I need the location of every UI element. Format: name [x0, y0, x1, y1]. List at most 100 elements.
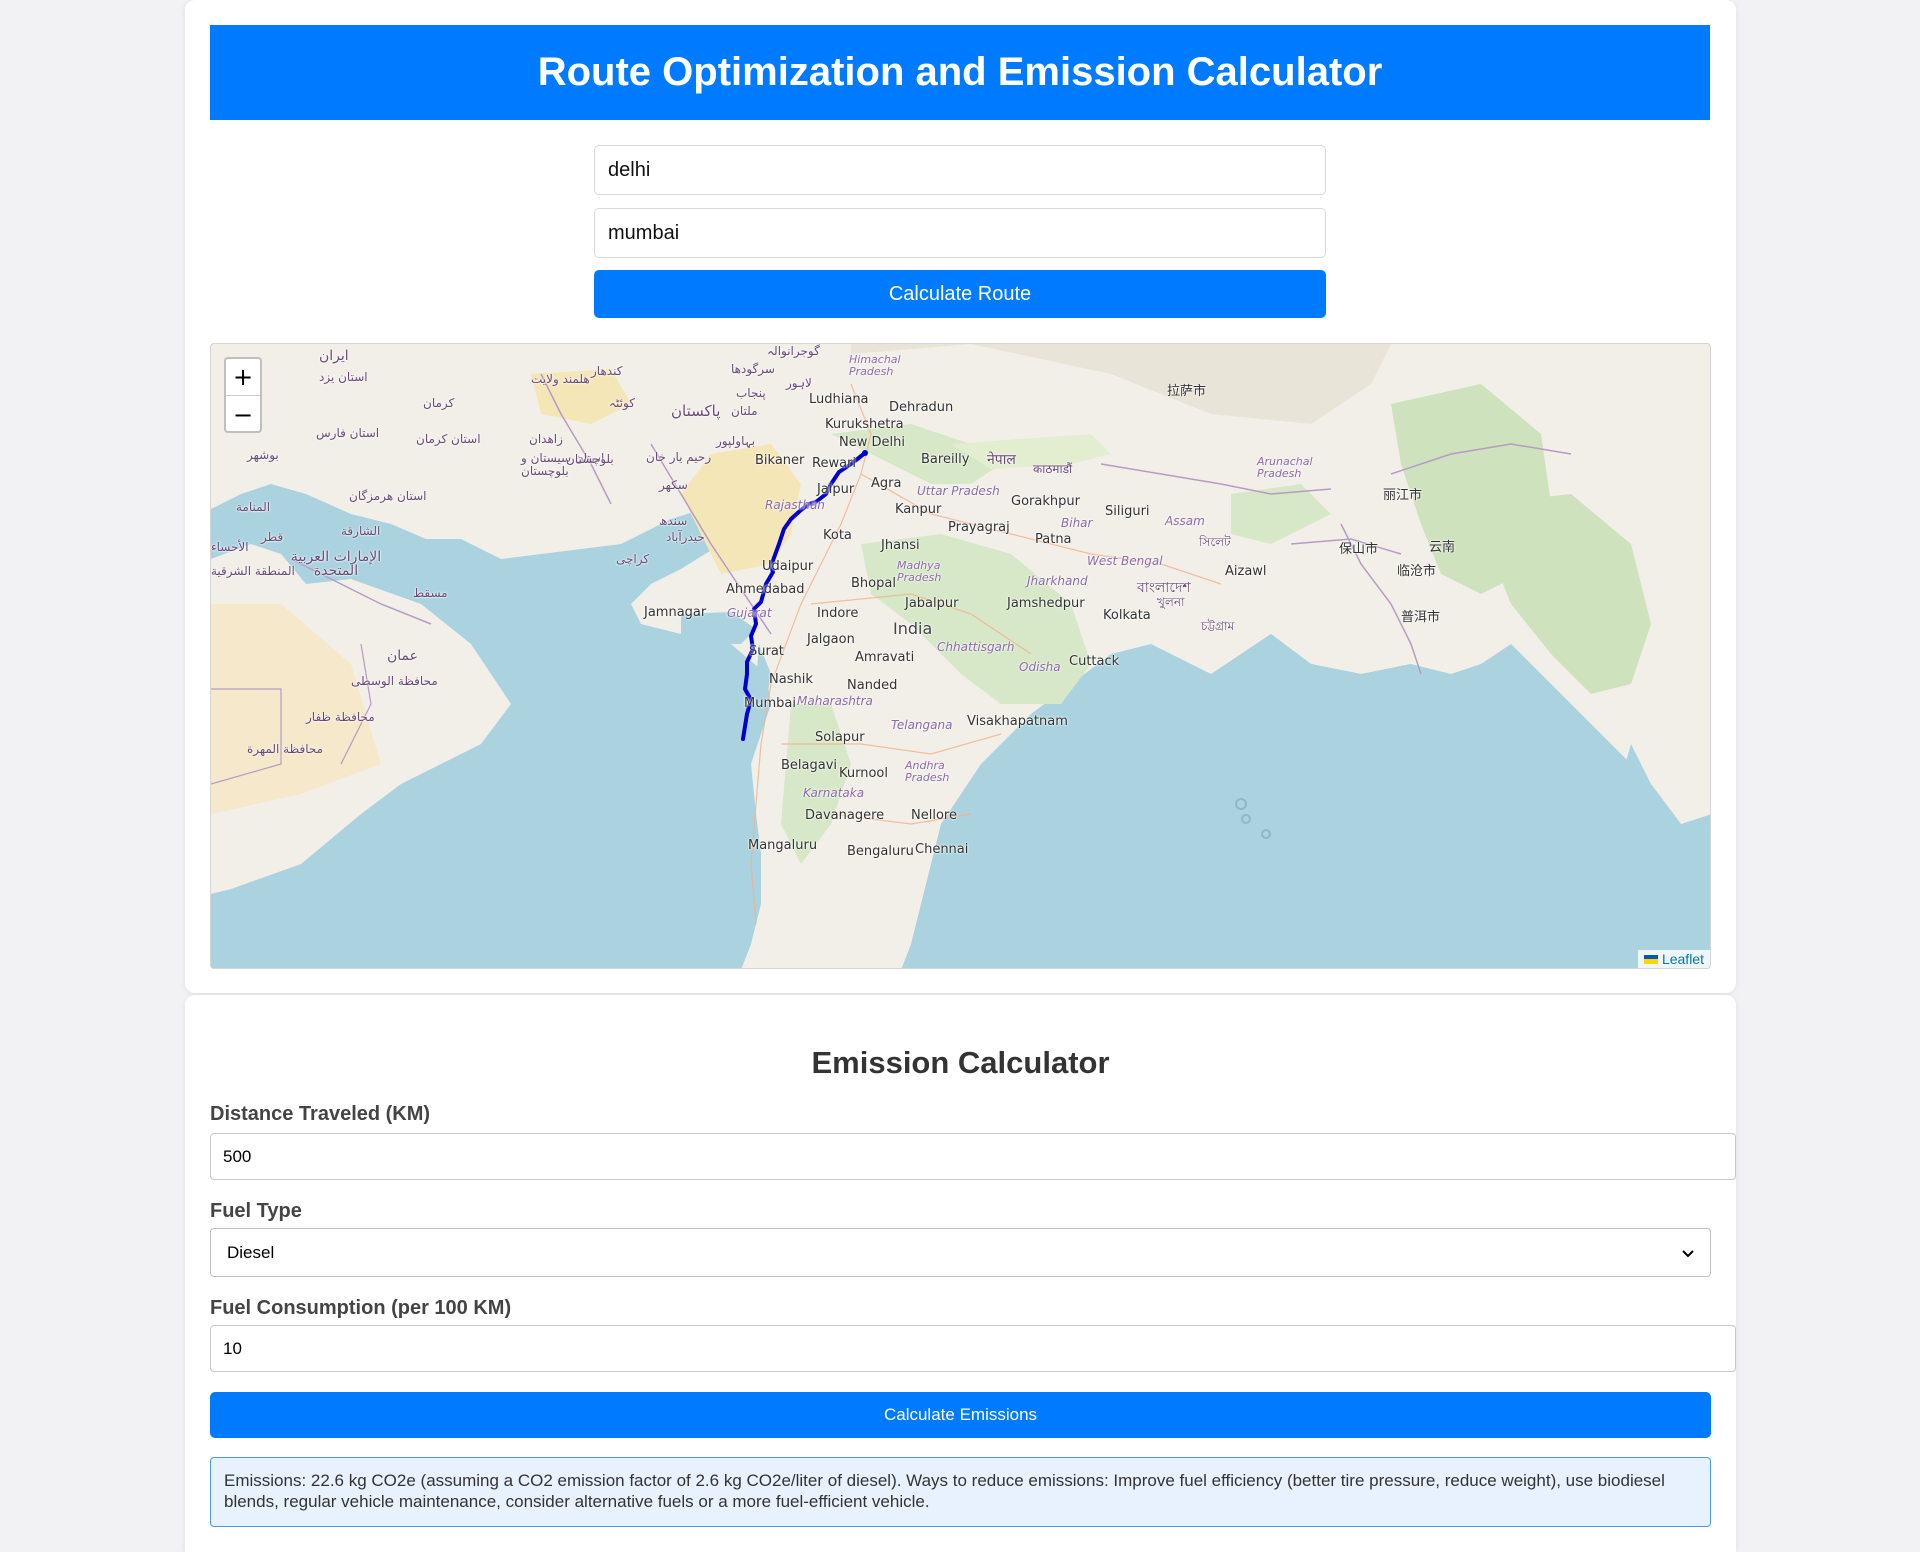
map-label-gujranwala: گوجرانوالہ [767, 344, 820, 358]
chevron-down-icon [1682, 1245, 1694, 1261]
map-label-uae: الإمارات العربية المتحدة [290, 549, 382, 579]
map-label-patna: Patna [1035, 532, 1072, 547]
origin-input[interactable] [594, 145, 1326, 195]
zoom-out-button[interactable]: − [226, 396, 260, 431]
ukraine-flag-icon [1643, 954, 1658, 964]
map-label-jalgaon: Jalgaon [807, 632, 855, 647]
map-label-rewari: Rewari [812, 456, 857, 471]
emission-result: Emissions: 22.6 kg CO2e (assuming a CO2 … [210, 1457, 1711, 1527]
fuel-consumption-input[interactable]: 10 [210, 1325, 1736, 1372]
map-label-dhofar: محافظة ظفار [306, 710, 375, 724]
map-label-zahedan: زاهدان [529, 432, 563, 446]
map-label-india: India [893, 619, 933, 638]
map-label-bushehr: بوشهر [247, 448, 279, 462]
map-label-arunachal: Arunachal Pradesh [1257, 455, 1313, 480]
calculate-route-button[interactable]: Calculate Route [594, 270, 1326, 318]
map-label-kathmandu: काठमाडौं [1033, 462, 1073, 476]
map-label-kota: Kota [823, 528, 852, 543]
fuel-type-select[interactable]: Diesel [210, 1228, 1711, 1277]
map-label-wusta: محافظة الوسطى [351, 674, 438, 688]
page-title: Route Optimization and Emission Calculat… [210, 25, 1710, 120]
map-label-kurukshetra: Kurukshetra [825, 417, 904, 432]
map-label-multan: ملتان [731, 404, 758, 418]
map-label-visakhapatnam: Visakhapatnam [967, 714, 1068, 729]
map-label-sindh: سندھ [659, 514, 688, 528]
map-label-helmand: هلمند ولایت [531, 372, 590, 386]
leaflet-link[interactable]: Leaflet [1662, 951, 1704, 967]
map-label-mumbai: Mumbai [744, 696, 796, 711]
map-label-maharashtra: Maharashtra [797, 694, 873, 708]
map-label-fars: استان فارس [316, 426, 380, 440]
map-label-belagavi: Belagavi [781, 758, 838, 773]
zoom-in-button[interactable]: + [226, 359, 260, 396]
fuel-type-label: Fuel Type [210, 1200, 302, 1222]
map-label-uttar-pradesh: Uttar Pradesh [917, 484, 1000, 498]
map-label-bareilly: Bareilly [921, 452, 970, 467]
map-label-gujarat: Gujarat [727, 606, 772, 620]
emission-calculator-title: Emission Calculator [811, 1045, 1110, 1080]
map-label-sharjah: الشارقة [341, 524, 381, 538]
fuel-consumption-value: 10 [223, 1338, 242, 1358]
map-label-lincang: 临沧市 [1397, 564, 1437, 579]
map-label-puer: 普洱市 [1401, 610, 1441, 625]
zoom-control: + − [224, 357, 262, 433]
map-label-davanagere: Davanagere [805, 808, 885, 823]
map-label-bikaner: Bikaner [755, 453, 805, 468]
map-label-rajasthan: Rajasthan [765, 498, 825, 512]
map-label-nepal: नेपाल [987, 452, 1016, 468]
map-label-muscat: مسقط [413, 586, 448, 600]
map-label-agra: Agra [871, 476, 902, 491]
map-label-jaipur: Jaipur [817, 482, 855, 497]
distance-label: Distance Traveled (KM) [210, 1103, 431, 1125]
map-label-prayagraj: Prayagraj [948, 520, 1010, 535]
map-label-kanpur: Kanpur [895, 502, 942, 517]
map-label-punjab: پنجاب [736, 386, 766, 400]
map-label-qatar: قطر [261, 530, 284, 544]
route-map[interactable]: ایران استان یزد کرمان استان فارس استان ک… [210, 343, 1711, 969]
map-label-lhasa: 拉萨市 [1167, 384, 1207, 399]
map-label-sargodha: سرگودھا [731, 362, 775, 376]
map-label-nanded: Nanded [847, 678, 898, 693]
map-label-oman: عمان [387, 648, 418, 664]
map-label-yunnan: 云南 [1429, 540, 1456, 555]
map-label-eastern-province: المنطقة الشرقية [211, 564, 295, 578]
map-label-siliguri: Siliguri [1105, 504, 1150, 519]
map-label-gorakhpur: Gorakhpur [1011, 494, 1080, 509]
map-label-bahawalpur: بہاولپور [716, 434, 756, 448]
map-label-jhansi: Jhansi [881, 538, 920, 553]
map-label-manama: المنامة [236, 500, 271, 514]
distance-input[interactable]: 500 [210, 1133, 1736, 1180]
map-label-bhopal: Bhopal [851, 576, 896, 591]
map-label-kurnool: Kurnool [839, 766, 888, 781]
map-label-madhya-pradesh: Madhya Pradesh [897, 559, 942, 584]
map-label-west-bengal: West Bengal [1087, 554, 1163, 568]
distance-value: 500 [223, 1146, 252, 1166]
map-label-hormozgan: استان هرمزگان [349, 489, 427, 503]
map-label-ludhiana: Ludhiana [809, 392, 869, 407]
map-label-jamnagar: Jamnagar [644, 605, 707, 620]
calculate-emissions-button[interactable]: Calculate Emissions [210, 1392, 1711, 1438]
map-label-kandahar: کندهار [591, 364, 623, 378]
map-label-iran: ایران [319, 348, 349, 364]
map-label-solapur: Solapur [815, 730, 865, 745]
map-label-rahim-yar-khan: رحیم یار خان [646, 450, 712, 464]
map-label-nellore: Nellore [911, 808, 957, 823]
map-label-himachal: Himachal Pradesh [849, 353, 901, 378]
map-label-chhattisgarh: Chhattisgarh [937, 640, 1015, 654]
map-label-lijiang: 丽江市 [1383, 488, 1423, 503]
map-label-baoshan: 保山市 [1339, 542, 1379, 557]
map-label-mahra: محافظة المهرة [247, 742, 324, 756]
emission-card: Emission Calculator Distance Traveled (K… [185, 995, 1736, 1552]
map-label-mangaluru: Mangaluru [748, 838, 818, 853]
fuel-type-value: Diesel [227, 1242, 275, 1262]
map-label-yazd: استان یزد [319, 370, 368, 384]
destination-input[interactable] [594, 208, 1326, 258]
map-label-bihar: Bihar [1061, 516, 1093, 530]
map-label-lahore: لاہور [786, 376, 812, 390]
map-label-chennai: Chennai [915, 842, 969, 857]
map-label-jamshedpur: Jamshedpur [1007, 596, 1085, 611]
map-label-andhra-pradesh: Andhra Pradesh [905, 759, 950, 784]
map-label-udaipur: Udaipur [762, 559, 814, 574]
map-label-karnataka: Karnataka [803, 786, 865, 800]
map-label-aizawl: Aizawl [1225, 564, 1267, 579]
